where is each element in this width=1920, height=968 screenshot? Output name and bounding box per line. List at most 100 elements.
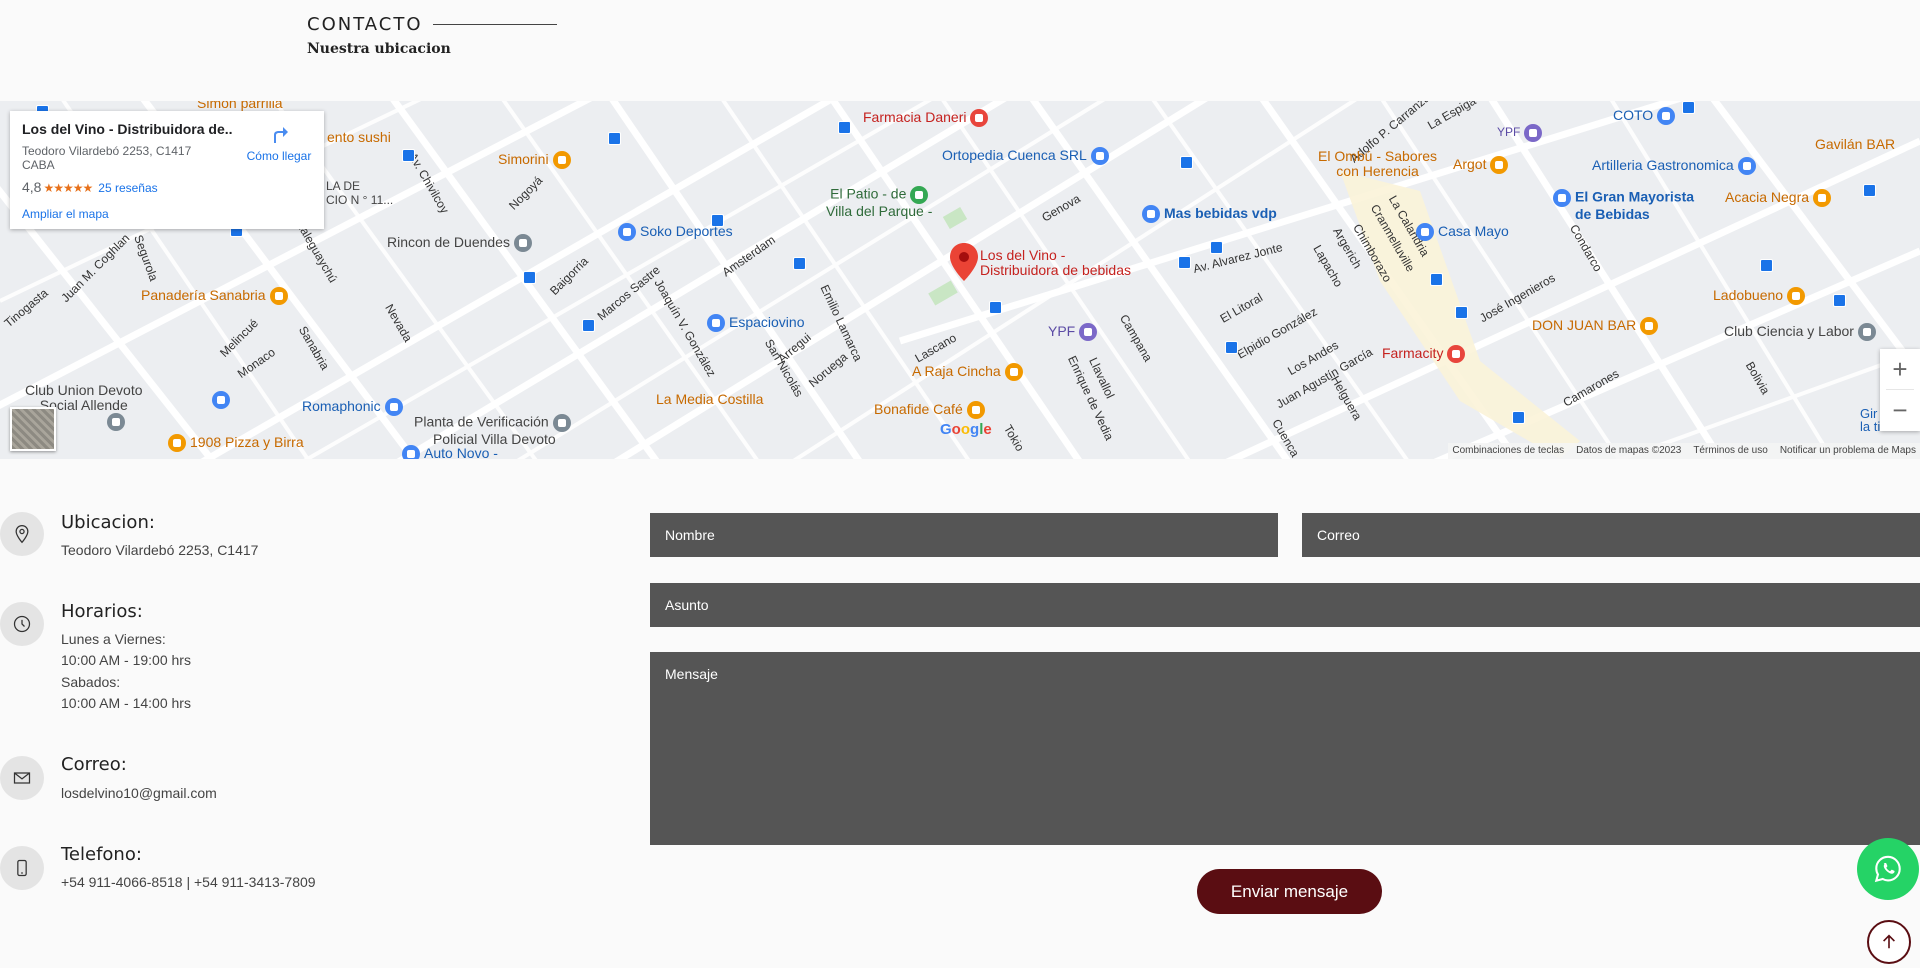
poi-gran-mayorista[interactable]: El Gran Mayorista de Bebidas [1553,189,1694,222]
poi-ypf-1[interactable]: YPF [1048,323,1101,342]
bar-icon [1640,317,1659,336]
zoom-in-button[interactable]: + [1880,349,1920,389]
bus-stop-icon [582,319,595,332]
clock-icon [13,615,31,633]
poi-el-patio[interactable]: El Patio - de Villa del Parque - [826,186,932,219]
bus-stop-icon [1210,241,1223,254]
report-problem-link[interactable]: Notificar un problema de Maps [1780,443,1916,459]
subject-input[interactable] [650,583,1920,627]
message-textarea[interactable] [650,652,1920,845]
gas-station-icon [1079,323,1098,342]
poi-acacia[interactable]: Acacia Negra [1725,189,1835,208]
enlarge-map-link[interactable]: Ampliar el mapa [22,207,109,221]
map-layer-toggle[interactable] [10,407,56,451]
poi-casa-mayo[interactable]: Casa Mayo [1416,223,1509,242]
email-input[interactable] [1302,513,1920,557]
email-link[interactable]: losdelvino10@gmail.com [61,783,217,805]
location-pin-icon-wrap [0,512,44,556]
name-input[interactable] [650,513,1278,557]
keyboard-shortcuts-link[interactable]: Combinaciones de teclas [1452,443,1564,459]
poi-rincon[interactable]: Rincon de Duendes [387,234,536,253]
map-pin-icon [107,413,125,432]
restaurant-icon [552,151,571,170]
poi-romaphonic[interactable] [212,391,234,410]
hours-line: 10:00 AM - 14:00 hrs [61,695,191,711]
place-rating: 4,8 ★★★★★ 25 reseñas [22,179,158,195]
poi-ypf-2[interactable]: YPF [1497,124,1546,142]
poi-don-juan[interactable]: DON JUAN BAR [1532,317,1662,336]
map-data-label: Datos de mapas ©2023 [1576,445,1682,456]
poi-argot[interactable]: Argot [1453,156,1512,175]
poi-coto[interactable]: COTO [1613,107,1679,126]
restaurant-icon [1004,363,1023,382]
poi-a-raja[interactable]: A Raja Cincha [912,363,1027,382]
bus-stop-icon [1512,411,1525,424]
shop-icon [212,391,230,410]
back-to-top-button[interactable] [1867,920,1911,964]
poi-ortopedia[interactable]: Ortopedia Cuenca SRL [942,147,1113,166]
send-message-button[interactable]: Enviar mensaje [1197,869,1382,914]
cafe-icon [966,401,985,420]
poi-simorini[interactable]: Simorini [498,151,575,170]
location-title: Ubicacion: [61,512,155,533]
poi-la-media[interactable]: La Media Costilla [656,391,763,407]
map-pin-icon [1857,323,1876,342]
restaurant-icon [1490,156,1509,175]
poi-bonafide[interactable]: Bonafide Café [874,401,989,420]
poi-el-ombu[interactable]: El Ombú - Sabores con Herencia [1318,149,1437,179]
poi-los-del-vino[interactable]: Los del Vino - Distribuidora de bebidas [980,248,1131,278]
shop-icon [384,398,403,417]
bakery-icon [269,287,288,306]
directions-icon [274,127,288,143]
poi-artilleria[interactable]: Artilleria Gastronomica [1592,157,1760,176]
poi-panaderia[interactable]: Panadería Sanabria [141,287,292,306]
reviews-link[interactable]: 25 reseñas [98,181,157,195]
shopping-cart-icon [1657,107,1676,126]
title-divider [432,24,557,25]
shop-icon [1090,147,1109,166]
section-header: CONTACTO Nuestra ubicacion [307,14,557,57]
phone-title: Telefono: [61,844,142,865]
email-title: Correo: [61,754,127,775]
poi-farmacity[interactable]: Farmacity [1382,345,1469,364]
zoom-out-button[interactable]: − [1880,390,1920,430]
whatsapp-button[interactable] [1857,838,1919,900]
hours-line: Sabados: [61,674,121,690]
poi-mas-bebidas[interactable]: Mas bebidas vdp [1142,205,1277,224]
directions-button[interactable]: Cómo llegar [242,125,316,163]
poi-romaphonic-label[interactable]: Romaphonic [302,398,407,417]
shop-icon [1142,205,1160,224]
bus-stop-icon [1180,156,1193,169]
poi-simon[interactable]: Simon parrilla [197,101,283,111]
location-text: Teodoro Vilardebó 2253, C1417 [61,542,259,558]
pharmacy-icon [970,109,989,128]
google-map[interactable]: Lascano Av. Alvarez Jonte Sanabria Nogoy… [0,101,1920,459]
bus-stop-icon [1863,184,1876,197]
poi-sushi[interactable]: ento sushi [327,129,391,145]
map-place-card: Los del Vino - Distribuidora de... Teodo… [10,111,324,229]
map-footer: Combinaciones de teclas Datos de mapas ©… [1448,443,1920,459]
poi-soko[interactable]: Soko Deportes [618,223,733,242]
arrow-up-icon [1883,934,1895,949]
bus-stop-icon [793,257,806,270]
poi-auto-novo[interactable]: Auto Novo - [402,445,498,459]
bus-stop-icon [1178,256,1191,269]
poi-ladobueno[interactable]: Ladobueno [1713,287,1809,306]
poi-gavilan[interactable]: Gavilán BAR [1815,136,1895,152]
hours-line: Lunes a Viernes: [61,631,166,647]
poi-partial[interactable]: LA DE CIO N ° 11... [326,179,393,207]
phone-icon [17,859,27,877]
terms-link[interactable]: Términos de uso [1693,443,1767,459]
poi-farmacia-daneri[interactable]: Farmacia Daneri [863,109,992,128]
poi-club-ciencia[interactable]: Club Ciencia y Labor [1724,323,1880,342]
phone-icon-wrap [0,846,44,890]
section-title-text: CONTACTO [307,14,423,35]
map-pin-icon[interactable] [950,243,978,281]
place-name: Los del Vino - Distribuidora de... [22,121,232,137]
pharmacy-icon [1447,345,1466,364]
poi-espaciovino[interactable]: Espaciovino [707,314,805,333]
poi-planta[interactable]: Planta de Verificación Policial Villa Dev… [414,414,575,447]
shop-icon [707,314,725,333]
poi-pizza[interactable]: 1908 Pizza y Birra [168,434,304,453]
bar-icon [1813,189,1832,208]
